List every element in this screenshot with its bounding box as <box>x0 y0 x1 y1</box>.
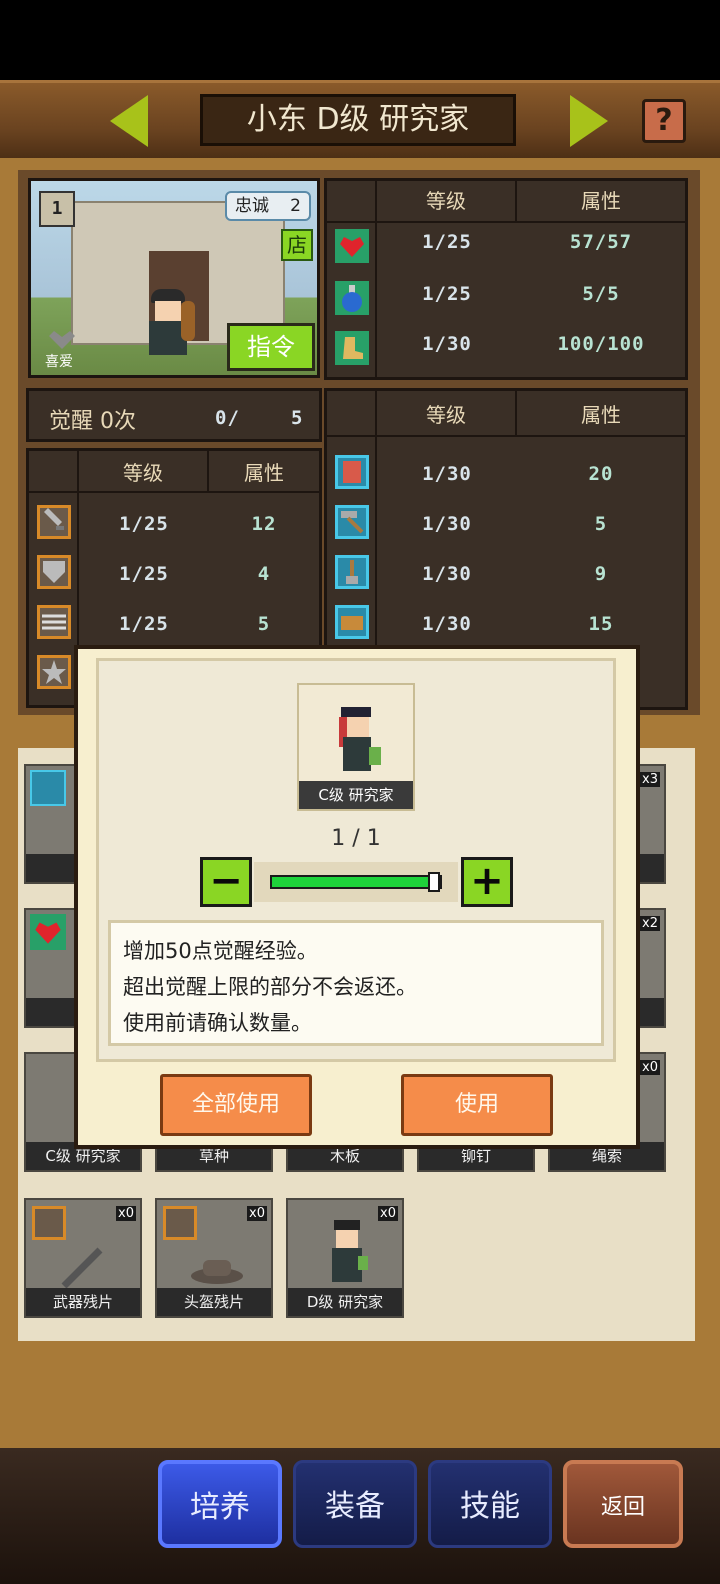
level-value: 1/25 <box>119 513 169 535</box>
inventory-item[interactable]: x0 武器残片 <box>24 1198 142 1318</box>
item-count: x0 <box>640 1060 660 1075</box>
shield-icon <box>37 555 71 589</box>
description-line: 增加50点觉醒经验。 <box>123 939 318 963</box>
table-corner <box>327 391 377 437</box>
item-count: x3 <box>640 772 660 787</box>
attr-value: 15 <box>588 613 614 635</box>
character-club <box>181 301 195 341</box>
heart-icon <box>30 914 66 950</box>
quantity-slider-track[interactable] <box>254 862 458 902</box>
sword-icon <box>37 505 71 539</box>
book-icon <box>335 455 369 489</box>
item-count: x0 <box>378 1206 398 1221</box>
awaken-current: 0/ <box>215 407 240 429</box>
shield-icon <box>163 1206 197 1240</box>
stats-table-top: 等级 属性 1/25 57/57 1/25 5/5 1/30 100/100 <box>324 178 688 380</box>
item-preview-label: C级 研究家 <box>299 781 413 809</box>
hammer-icon <box>335 505 369 539</box>
inventory-item[interactable]: x0 头盔残片 <box>155 1198 273 1318</box>
command-button[interactable]: 指令 <box>227 323 315 371</box>
helmet-fragment-icon <box>191 1260 243 1284</box>
item-description: 增加50点觉醒经验。 超出觉醒上限的部分不会返还。 使用前请确认数量。 <box>108 920 604 1046</box>
header-level: 等级 <box>377 181 517 223</box>
increase-button[interactable]: + <box>461 857 513 907</box>
shop-badge[interactable]: 店 <box>281 229 313 261</box>
item-label: 头盔残片 <box>157 1288 271 1316</box>
star-icon <box>37 655 71 689</box>
potion-icon <box>335 281 369 315</box>
level-value: 1/25 <box>422 283 472 305</box>
item-count: x0 <box>116 1206 136 1221</box>
researcher-figure-icon <box>332 1220 368 1282</box>
use-all-button[interactable]: 全部使用 <box>160 1074 312 1136</box>
header-attr: 属性 <box>517 181 685 223</box>
heart-outline-icon[interactable] <box>47 331 77 349</box>
favorite-label: 喜爱 <box>45 354 73 370</box>
level-value: 1/30 <box>422 563 472 585</box>
attr-value: 100/100 <box>557 333 645 355</box>
heart-icon <box>335 229 369 263</box>
awaken-max: 5 <box>291 407 304 429</box>
item-count: x2 <box>640 916 660 931</box>
next-character-arrow-icon[interactable] <box>570 95 608 147</box>
item-preview: C级 研究家 <box>297 683 415 811</box>
prev-character-arrow-icon[interactable] <box>110 95 148 147</box>
rank-badge-icon: 1 <box>39 191 75 227</box>
attr-value: 57/57 <box>569 231 633 253</box>
awaken-label: 觉醒 0次 <box>49 409 136 434</box>
hammer-icon <box>30 770 66 806</box>
quantity-text: 1 / 1 <box>331 826 381 851</box>
character-portrait: 1 忠诚 2 店 指令 喜爱 <box>28 178 320 378</box>
tab-skills[interactable]: 技能 <box>428 1460 552 1548</box>
boot-icon <box>335 331 369 365</box>
attr-value: 5/5 <box>582 283 620 305</box>
level-value: 1/30 <box>422 333 472 355</box>
attr-value: 20 <box>588 463 614 485</box>
attr-value: 12 <box>251 513 277 535</box>
status-bar <box>0 0 720 80</box>
attr-value: 5 <box>594 513 608 535</box>
tab-train[interactable]: 培养 <box>158 1460 282 1548</box>
level-value: 1/30 <box>422 613 472 635</box>
decrease-button[interactable]: − <box>200 857 252 907</box>
attr-value: 9 <box>594 563 608 585</box>
arrows-icon <box>37 605 71 639</box>
level-value: 1/30 <box>422 463 472 485</box>
header-level: 等级 <box>377 391 517 437</box>
slider-handle[interactable] <box>428 872 440 892</box>
attr-value: 4 <box>257 563 271 585</box>
level-value: 1/25 <box>119 613 169 635</box>
item-label: D级 研究家 <box>288 1288 402 1316</box>
item-count: x0 <box>247 1206 267 1221</box>
back-button[interactable]: 返回 <box>563 1460 683 1548</box>
attr-value: 5 <box>257 613 271 635</box>
level-value: 1/25 <box>422 231 472 253</box>
researcher-c-icon <box>339 707 381 771</box>
weapon-fragment-icon <box>61 1247 103 1289</box>
inventory-item[interactable]: x0 D级 研究家 <box>286 1198 404 1318</box>
header-attr: 属性 <box>209 451 319 493</box>
item-label: 武器残片 <box>26 1288 140 1316</box>
level-value: 1/25 <box>119 563 169 585</box>
description-line: 使用前请确认数量。 <box>123 1011 312 1035</box>
awaken-bar: 觉醒 0次 0/ 5 <box>26 388 322 442</box>
header-level: 等级 <box>79 451 209 493</box>
game-screen: 小东 D级 研究家 ? 1 忠诚 2 店 指令 喜爱 等级 属性 1/25 57… <box>0 0 720 1584</box>
use-button[interactable]: 使用 <box>401 1074 553 1136</box>
table-corner <box>29 451 79 493</box>
chest-icon <box>335 605 369 639</box>
character-title: 小东 D级 研究家 <box>200 94 516 146</box>
loyalty-badge: 忠诚 2 <box>225 191 311 221</box>
help-button[interactable]: ? <box>642 99 686 143</box>
header-attr: 属性 <box>517 391 685 437</box>
tab-equipment[interactable]: 装备 <box>293 1460 417 1548</box>
character-face <box>155 301 181 323</box>
sword-icon <box>32 1206 66 1240</box>
shovel-icon <box>335 555 369 589</box>
level-value: 1/30 <box>422 513 472 535</box>
description-line: 超出觉醒上限的部分不会返还。 <box>123 975 417 999</box>
table-corner <box>327 181 377 223</box>
slider-fill <box>272 877 432 887</box>
